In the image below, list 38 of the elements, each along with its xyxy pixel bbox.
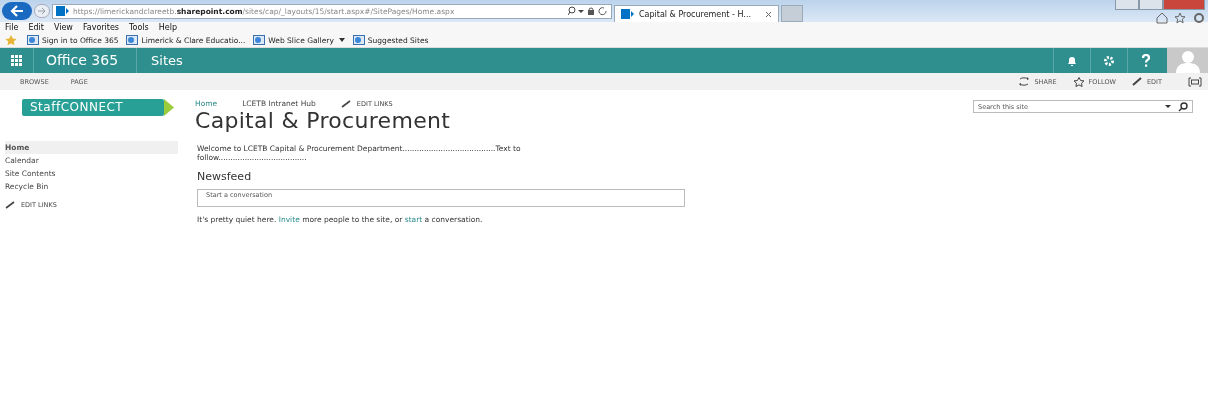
site-favicon-icon xyxy=(56,6,70,16)
web-page-icon xyxy=(126,35,139,45)
question-mark-icon xyxy=(1141,54,1151,67)
minimize-button[interactable] xyxy=(1115,0,1139,10)
caret-icon[interactable] xyxy=(338,38,345,42)
bell-icon xyxy=(1066,54,1078,67)
back-arrow-icon xyxy=(10,5,24,17)
maximize-button[interactable] xyxy=(1139,0,1163,10)
pencil-icon xyxy=(1132,77,1143,86)
menu-item[interactable]: View xyxy=(53,23,73,32)
star-icon xyxy=(1072,76,1085,87)
gear-icon xyxy=(1103,54,1115,67)
focus-on-content-icon[interactable] xyxy=(1188,76,1202,87)
forward-button[interactable] xyxy=(34,4,50,18)
grid-icon xyxy=(11,55,22,66)
newsfeed-heading: Newsfeed xyxy=(197,170,253,183)
site-favicon-icon xyxy=(621,9,635,19)
menu-item[interactable]: Tools xyxy=(129,23,149,32)
menu-item[interactable]: File xyxy=(5,23,19,32)
forward-arrow-icon xyxy=(37,7,47,15)
close-tab-icon[interactable] xyxy=(765,10,772,18)
menu-item[interactable]: Edit xyxy=(28,23,44,32)
menu-item[interactable]: Favorites xyxy=(82,23,119,32)
page-title: Capital & Procurement xyxy=(195,108,452,134)
web-page-icon xyxy=(27,35,39,45)
web-page-icon xyxy=(253,35,266,45)
web-page-icon xyxy=(352,35,365,45)
star-icon[interactable] xyxy=(5,35,19,45)
arrow-tab-icon xyxy=(164,99,174,116)
address-tools-icon[interactable] xyxy=(568,6,608,16)
pencil-icon xyxy=(340,99,351,108)
caret-search-icon[interactable] xyxy=(1163,101,1189,112)
menu-item[interactable]: Help xyxy=(158,23,177,32)
share-icon xyxy=(1018,77,1031,86)
suite-app-link[interactable]: Sites xyxy=(137,53,183,68)
browser-tab[interactable]: Capital & Procurement - H... xyxy=(614,5,779,22)
pencil-icon xyxy=(5,201,15,209)
back-button[interactable] xyxy=(2,2,32,20)
